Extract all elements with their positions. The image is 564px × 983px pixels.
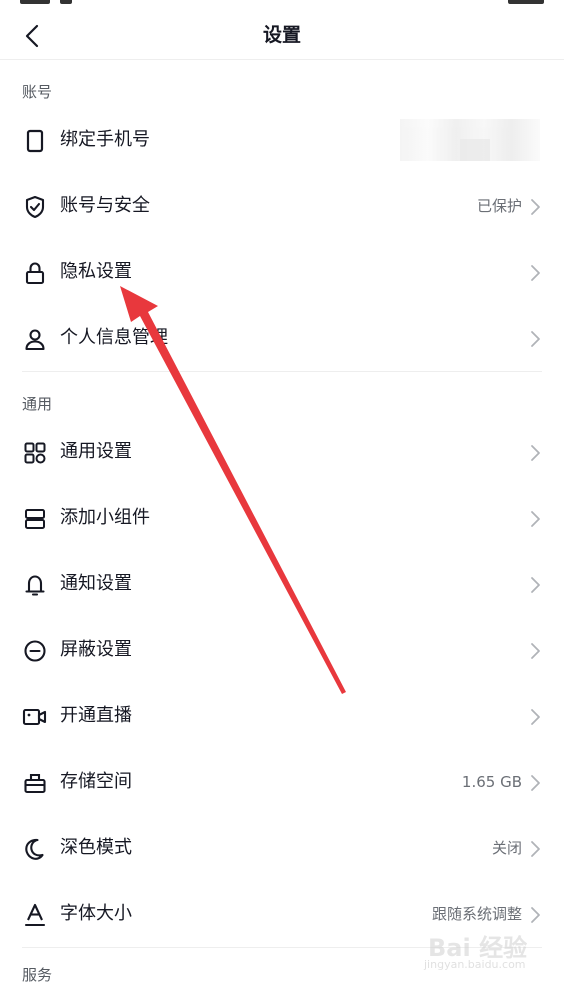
row-label: 账号与安全 [60,195,150,216]
section-header-general: 通用 [22,395,53,413]
row-value: 已保护 [476,197,522,215]
chevron-right-icon [531,709,540,725]
masked-phone-number [400,119,540,161]
row-account-security[interactable]: 账号与安全 已保护 [0,173,564,239]
font-icon [22,902,48,928]
section-divider [22,371,542,372]
shield-icon [22,194,48,220]
chevron-right-icon [531,199,540,215]
chevron-right-icon [531,265,540,281]
phone-icon [22,128,48,154]
row-label: 屏蔽设置 [60,639,132,660]
baidu-watermark: Bai 经验 jingyan.baidu.com [410,928,550,974]
video-icon [22,704,48,730]
row-dark-mode[interactable]: 深色模式 关闭 [0,815,564,881]
row-label: 添加小组件 [60,507,150,528]
moon-icon [22,836,48,862]
chevron-right-icon [531,511,540,527]
row-label: 深色模式 [60,837,132,858]
row-label: 存储空间 [60,771,132,792]
chevron-right-icon [531,445,540,461]
row-value: 1.65 GB [461,773,522,791]
row-label: 通用设置 [60,441,132,462]
lock-icon [22,260,48,286]
widget-icon [22,506,48,532]
row-label: 隐私设置 [60,261,132,282]
section-header-account: 账号 [22,83,53,101]
minus-circle-icon [22,638,48,664]
bell-icon [22,572,48,598]
row-label: 个人信息管理 [60,327,168,348]
row-notification[interactable]: 通知设置 [0,551,564,617]
section-header-services: 服务 [22,966,53,983]
row-storage[interactable]: 存储空间 1.65 GB [0,749,564,815]
chevron-right-icon [531,577,540,593]
nav-bar: 设置 [0,0,564,60]
row-label: 通知设置 [60,573,132,594]
row-general-settings[interactable]: 通用设置 [0,419,564,485]
row-value: 关闭 [491,839,522,857]
chevron-right-icon [531,907,540,923]
row-value: 跟随系统调整 [431,905,522,923]
row-add-widget[interactable]: 添加小组件 [0,485,564,551]
page-title: 设置 [262,24,301,46]
person-icon [22,326,48,352]
box-icon [22,770,48,796]
row-personal-info[interactable]: 个人信息管理 [0,305,564,371]
chevron-right-icon [531,841,540,857]
grid-icon [22,440,48,466]
watermark-url: jingyan.baidu.com [424,958,526,971]
row-live[interactable]: 开通直播 [0,683,564,749]
chevron-right-icon [531,331,540,347]
row-label: 开通直播 [60,705,132,726]
row-label: 字体大小 [60,903,132,924]
chevron-right-icon [531,775,540,791]
row-privacy[interactable]: 隐私设置 [0,239,564,305]
row-label: 绑定手机号 [60,129,150,150]
chevron-right-icon [531,643,540,659]
row-block[interactable]: 屏蔽设置 [0,617,564,683]
